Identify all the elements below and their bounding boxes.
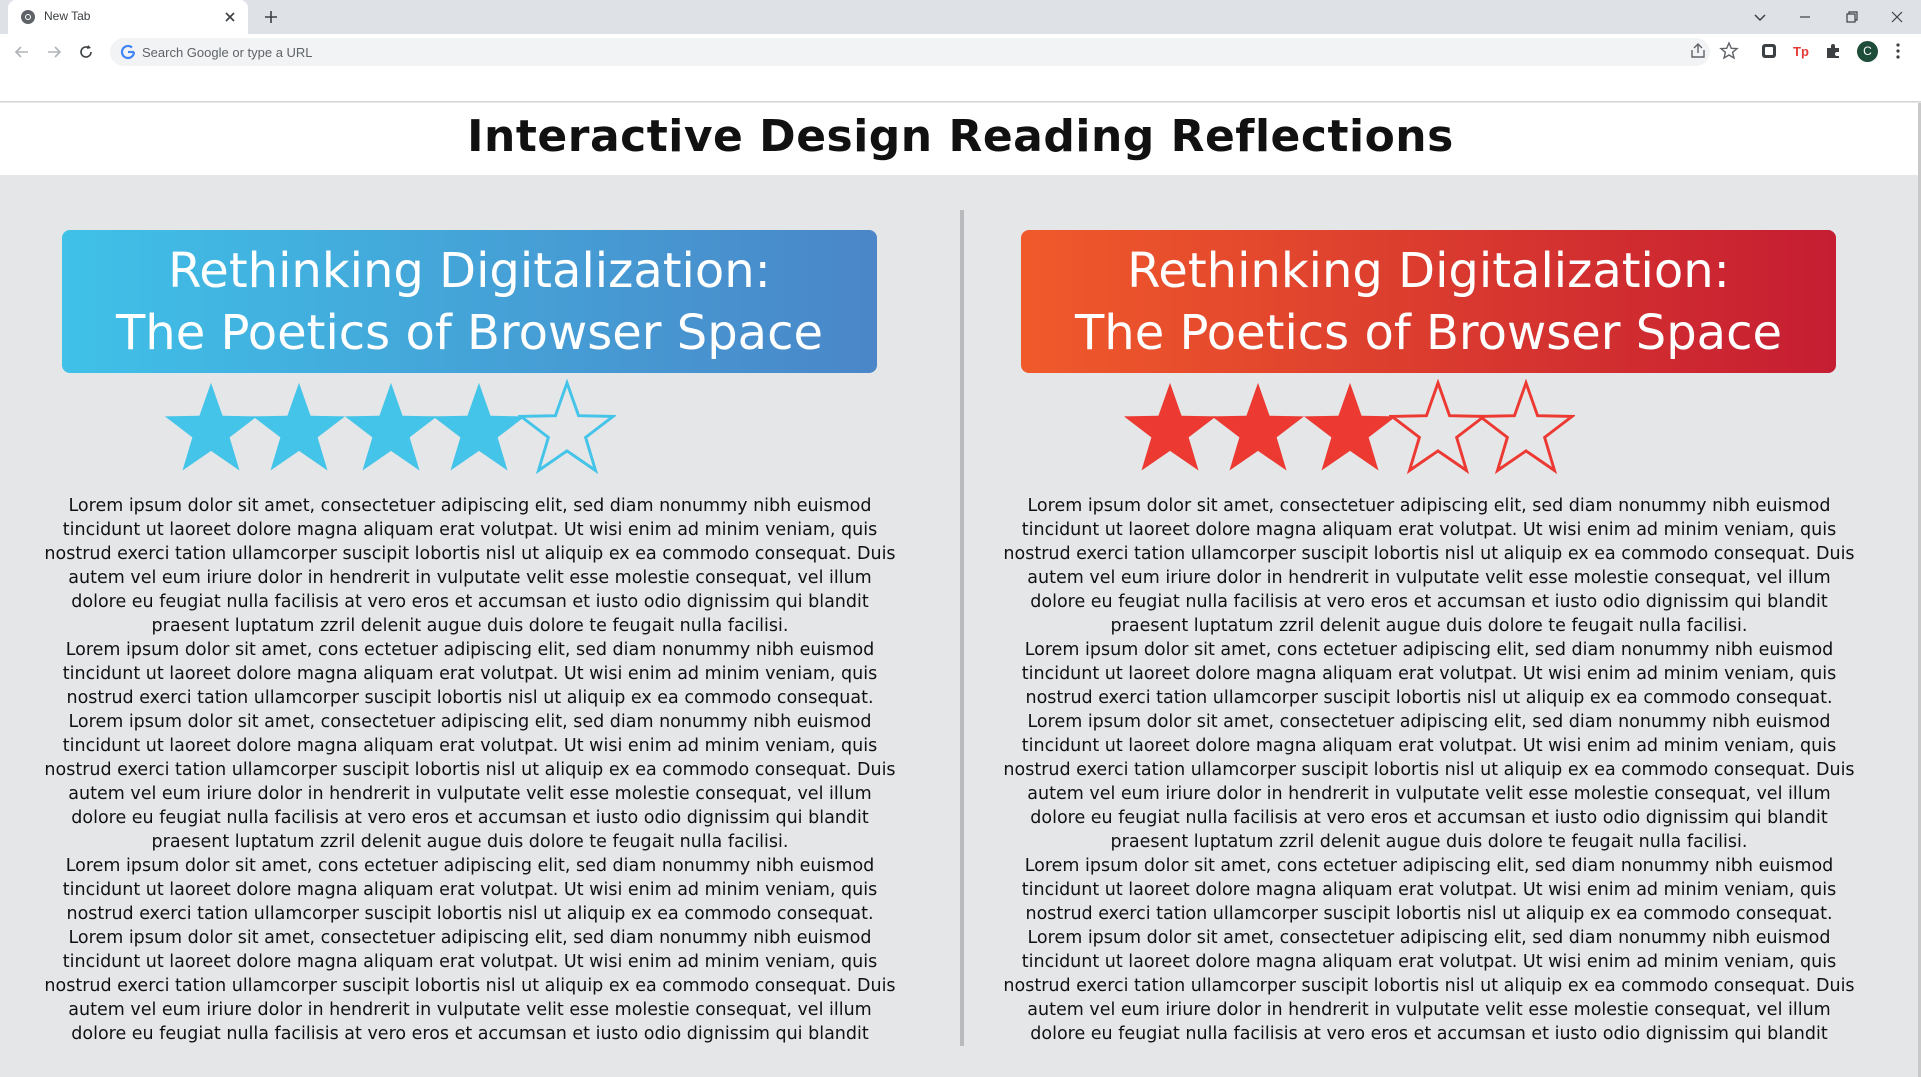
star-filled-icon[interactable] xyxy=(162,379,260,475)
extension-app-icon[interactable] xyxy=(1759,41,1779,61)
restore-icon[interactable] xyxy=(1841,6,1863,28)
svg-text:Tp: Tp xyxy=(1793,44,1809,59)
review-title-banner: Rethinking Digitalization: The Poetics o… xyxy=(1021,230,1836,373)
chrome-icon xyxy=(21,10,35,24)
reload-icon[interactable] xyxy=(75,41,97,63)
body-paragraph: Lorem ipsum dolor sit amet, consectetuer… xyxy=(44,928,896,1044)
body-paragraph: Lorem ipsum dolor sit amet, cons ectetue… xyxy=(62,856,878,924)
google-g-icon xyxy=(120,44,136,60)
review-title-banner: Rethinking Digitalization: The Poetics o… xyxy=(62,230,877,373)
tab-new-tab[interactable]: New Tab xyxy=(8,0,248,34)
toolbar-spacer xyxy=(0,69,1921,102)
body-paragraph: Lorem ipsum dolor sit amet, consectetuer… xyxy=(44,496,896,636)
address-bar-placeholder: Search Google or type a URL xyxy=(142,45,313,60)
share-icon[interactable] xyxy=(1688,41,1708,61)
review-body-text: Lorem ipsum dolor sit amet, consectetuer… xyxy=(40,494,900,1046)
star-filled-icon[interactable] xyxy=(1209,379,1307,475)
star-outline-icon[interactable] xyxy=(1389,379,1487,475)
puzzle-extensions-icon[interactable] xyxy=(1823,41,1843,61)
tab-title: New Tab xyxy=(44,9,91,23)
browser-toolbar: Search Google or type a URL Tp C xyxy=(0,34,1921,69)
star-rating xyxy=(1021,373,1836,477)
review-card-left: Rethinking Digitalization: The Poetics o… xyxy=(62,230,877,477)
bookmark-star-icon[interactable] xyxy=(1719,41,1739,61)
column-divider xyxy=(960,210,964,1046)
new-tab-plus-icon[interactable] xyxy=(260,6,282,28)
star-filled-icon[interactable] xyxy=(430,379,528,475)
star-outline-icon[interactable] xyxy=(518,379,616,475)
page-title: Interactive Design Reading Reflections xyxy=(467,111,1454,162)
tab-search-chevron-icon[interactable] xyxy=(1749,6,1771,28)
star-filled-icon[interactable] xyxy=(1121,379,1219,475)
close-icon[interactable] xyxy=(222,9,238,25)
review-card-right: Rethinking Digitalization: The Poetics o… xyxy=(1021,230,1836,477)
review-title: Rethinking Digitalization: The Poetics o… xyxy=(1074,242,1783,361)
close-window-icon[interactable] xyxy=(1886,6,1908,28)
star-filled-icon[interactable] xyxy=(250,379,348,475)
star-filled-icon[interactable] xyxy=(1301,379,1399,475)
back-arrow-icon[interactable] xyxy=(11,41,33,63)
address-bar[interactable]: Search Google or type a URL xyxy=(110,38,1710,66)
body-paragraph: Lorem ipsum dolor sit amet, consectetuer… xyxy=(1003,496,1855,636)
profile-avatar[interactable]: C xyxy=(1857,41,1878,62)
review-title: Rethinking Digitalization: The Poetics o… xyxy=(115,242,824,361)
star-filled-icon[interactable] xyxy=(342,379,440,475)
review-body-right: Lorem ipsum dolor sit amet, consectetuer… xyxy=(999,494,1859,1046)
forward-arrow-icon[interactable] xyxy=(43,41,65,63)
tab-strip: New Tab xyxy=(0,0,1921,34)
body-paragraph: Lorem ipsum dolor sit amet, cons ectetue… xyxy=(1021,640,1837,708)
tp-extension-icon[interactable]: Tp xyxy=(1791,41,1811,61)
body-paragraph: Lorem ipsum dolor sit amet, consectetuer… xyxy=(44,712,896,852)
kebab-menu-icon[interactable] xyxy=(1888,41,1908,61)
body-paragraph: Lorem ipsum dolor sit amet, consectetuer… xyxy=(1003,712,1855,852)
body-paragraph: Lorem ipsum dolor sit amet, cons ectetue… xyxy=(1021,856,1837,924)
page-header: Interactive Design Reading Reflections xyxy=(0,103,1921,175)
review-body-left: Lorem ipsum dolor sit amet, consectetuer… xyxy=(40,494,900,1046)
minimize-icon[interactable] xyxy=(1794,6,1816,28)
body-paragraph: Lorem ipsum dolor sit amet, consectetuer… xyxy=(1003,928,1855,1044)
body-paragraph: Lorem ipsum dolor sit amet, cons ectetue… xyxy=(62,640,878,708)
star-rating xyxy=(62,373,877,477)
review-body-text: Lorem ipsum dolor sit amet, consectetuer… xyxy=(999,494,1859,1046)
star-outline-icon[interactable] xyxy=(1477,379,1575,475)
